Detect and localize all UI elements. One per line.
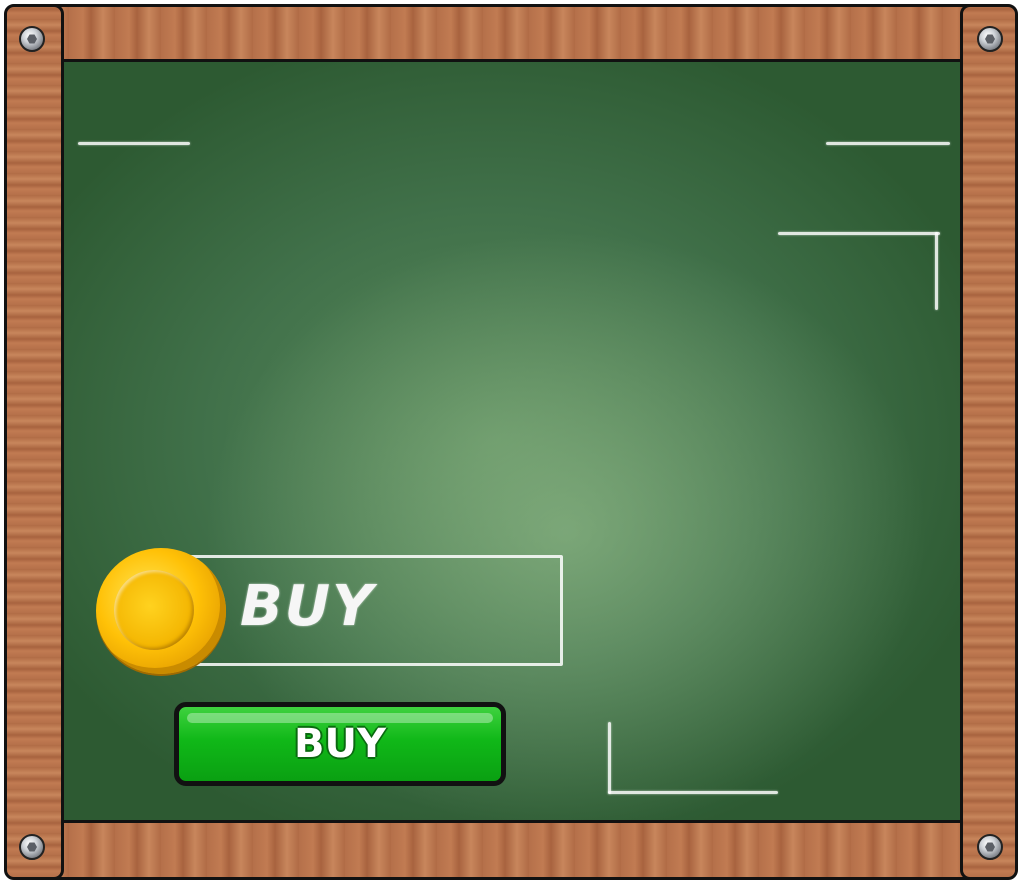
chalk-buy-label: BUY (240, 574, 375, 639)
left-plank (4, 4, 64, 880)
chalk-stroke (935, 232, 938, 310)
coin-face (114, 570, 194, 650)
chalkboard-frame: BUY BUY (0, 0, 1022, 884)
hex-bolt-icon (19, 834, 45, 860)
chalk-stroke (608, 791, 778, 794)
top-plank (20, 4, 1002, 62)
buy-button-label: BUY (294, 721, 386, 767)
chalk-stroke (608, 722, 611, 794)
hex-bolt-icon (19, 26, 45, 52)
buy-button[interactable]: BUY (174, 702, 506, 786)
chalk-stroke (778, 232, 940, 235)
right-plank (960, 4, 1018, 880)
hex-bolt-icon (977, 26, 1003, 52)
hex-bolt-icon (977, 834, 1003, 860)
chalk-stroke (78, 142, 190, 145)
bottom-plank (20, 820, 1002, 880)
gold-coin-icon (96, 548, 226, 674)
chalk-stroke (826, 142, 950, 145)
